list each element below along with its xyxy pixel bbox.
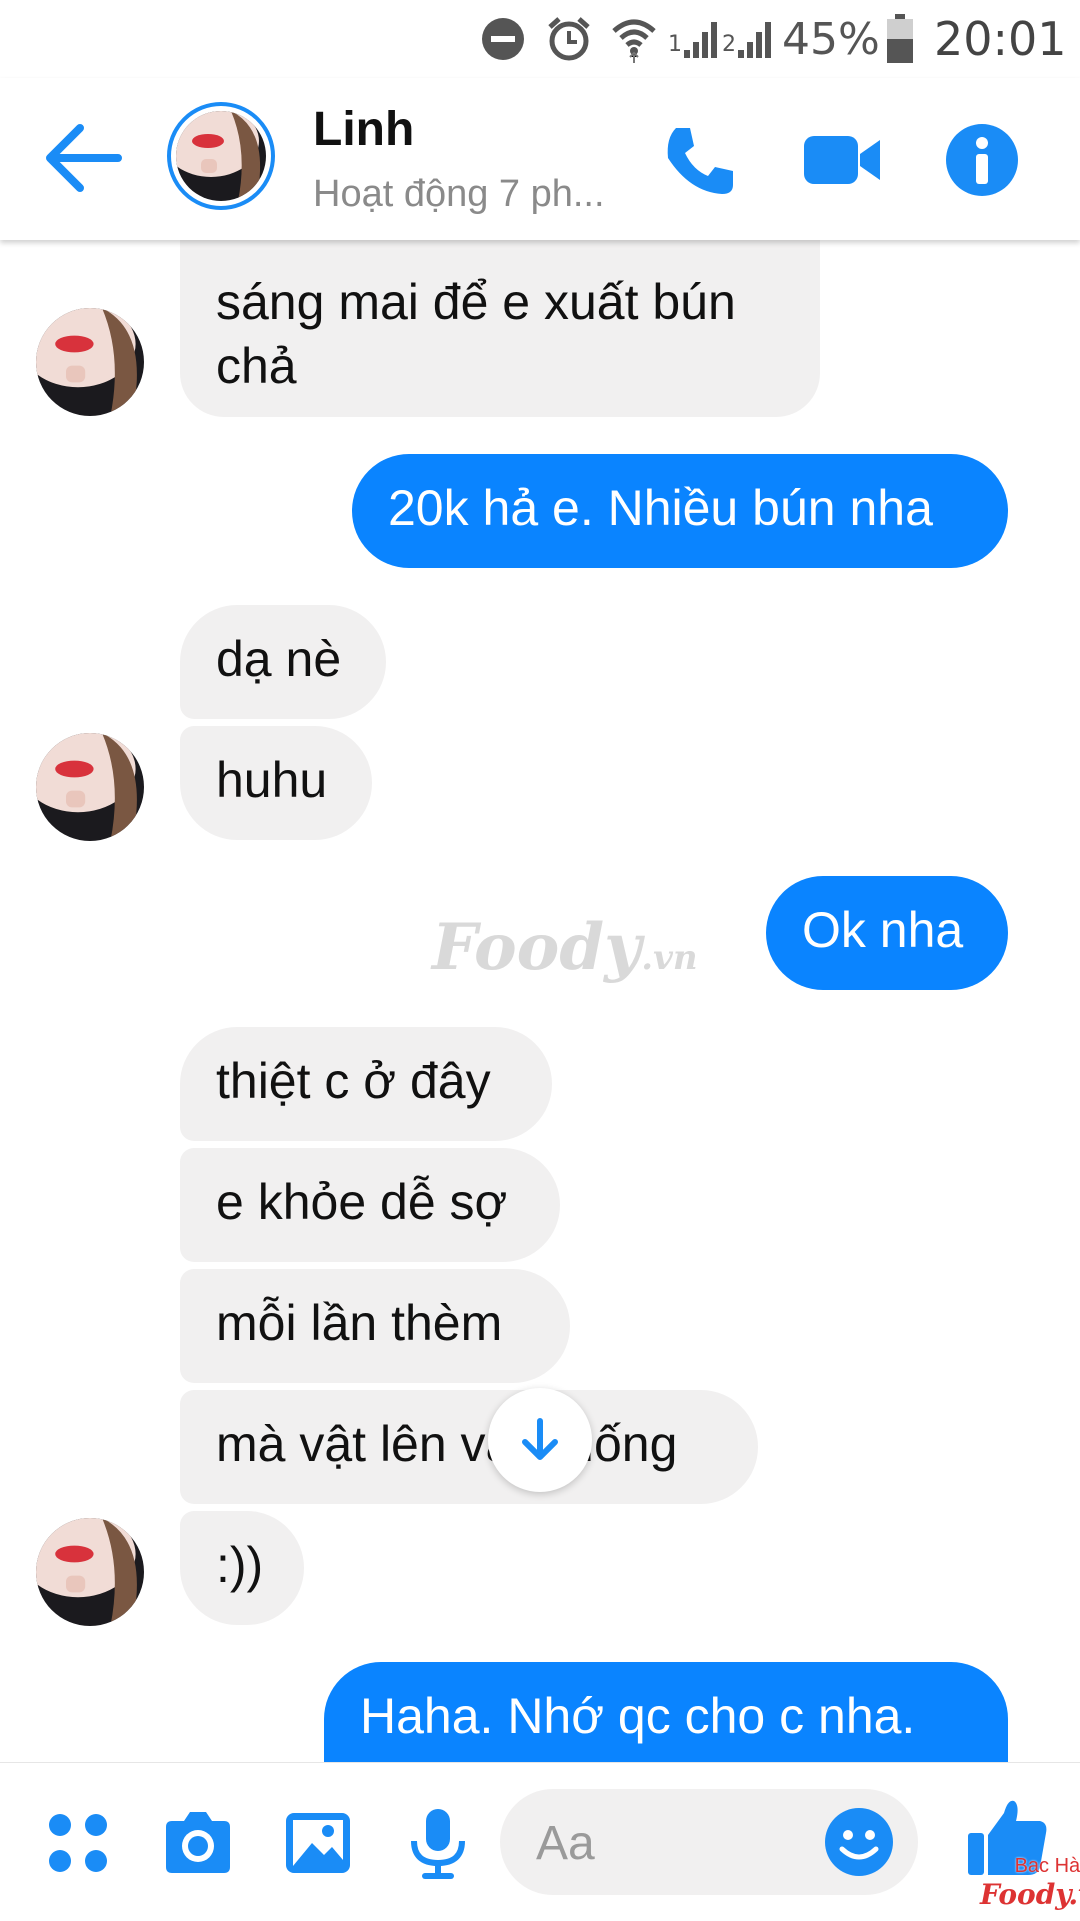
signal-1-label: 1 — [668, 31, 682, 57]
back-button[interactable] — [40, 118, 130, 198]
outgoing-message[interactable]: 20k hả e. Nhiều bún nha — [352, 454, 1008, 568]
avatar-image — [176, 111, 266, 201]
incoming-message[interactable]: mỗi lần thèm — [180, 1269, 570, 1383]
sender-avatar[interactable] — [36, 308, 144, 416]
message-text-line: chả — [216, 338, 297, 394]
do-not-disturb-icon — [480, 0, 526, 78]
signal-2-label: 2 — [722, 31, 736, 57]
wifi-icon — [610, 0, 658, 78]
sender-avatar[interactable] — [36, 1518, 144, 1626]
message-text: dạ nè — [216, 631, 342, 687]
incoming-message[interactable]: mà vật lên vật xuống — [180, 1390, 758, 1504]
camera-icon — [166, 1812, 230, 1873]
camera-button[interactable] — [160, 1805, 236, 1881]
avatar-image — [36, 308, 144, 416]
voice-button[interactable] — [400, 1805, 476, 1881]
watermark-suffix: .vn — [641, 938, 698, 978]
outgoing-message[interactable]: Haha. Nhớ qc cho c nha. — [324, 1662, 1008, 1762]
apps-button[interactable] — [40, 1805, 116, 1881]
foody-watermark: Foody.vn — [432, 910, 698, 985]
scroll-to-bottom-button[interactable] — [488, 1388, 592, 1492]
message-text: e khỏe dễ sợ — [216, 1174, 508, 1230]
message-text: mỗi lần thèm — [216, 1295, 503, 1351]
call-button[interactable] — [658, 118, 742, 202]
gallery-button[interactable] — [280, 1805, 356, 1881]
incoming-message[interactable]: dạ nè — [180, 605, 386, 719]
battery-percent: 45% — [782, 13, 880, 65]
contact-name[interactable]: Linh — [313, 102, 414, 157]
sender-avatar[interactable] — [36, 733, 144, 841]
message-text: :)) — [216, 1537, 264, 1593]
microphone-icon — [411, 1809, 465, 1879]
clock: 20:01 — [934, 12, 1067, 66]
watermark-author: Bac Hà — [1014, 1855, 1080, 1877]
incoming-message[interactable]: thiệt c ở đây — [180, 1027, 552, 1141]
corner-watermark: Bac Hà Foody.vn — [980, 1855, 1080, 1911]
apps-grid-icon — [49, 1814, 107, 1872]
message-text: Haha. Nhớ qc cho c nha. — [360, 1688, 916, 1744]
back-arrow-icon — [46, 124, 122, 192]
message-text: 20k hả e. Nhiều bún nha — [388, 480, 933, 536]
image-icon — [286, 1813, 350, 1873]
outgoing-message[interactable]: Ok nha — [766, 876, 1008, 990]
signal-1-icon: 1 — [668, 0, 722, 78]
watermark-brand: Foody.vn — [980, 1878, 1080, 1911]
message-input[interactable] — [534, 1789, 798, 1897]
message-list[interactable]: sáng mai để e xuất bún chả 20k hả e. Nhi… — [0, 240, 1080, 1762]
phone-icon — [667, 128, 733, 194]
message-text: mà vật lên vật xuống — [216, 1416, 678, 1472]
incoming-message[interactable]: e khỏe dễ sợ — [180, 1148, 560, 1262]
info-icon — [946, 124, 1018, 196]
alarm-icon — [545, 0, 593, 78]
message-text-line: sáng mai để e xuất bún — [216, 274, 736, 330]
watermark-text: Foody — [432, 910, 642, 985]
message-text: Ok nha — [802, 902, 964, 958]
conversation-header: Linh Hoạt động 7 ph... — [0, 78, 1080, 240]
video-camera-icon — [804, 136, 880, 184]
status-bar: 1 2 45% 20:01 — [0, 0, 1080, 78]
incoming-message[interactable]: huhu — [180, 726, 372, 840]
incoming-message[interactable]: :)) — [180, 1511, 304, 1625]
incoming-message[interactable]: sáng mai để e xuất bún chả — [180, 240, 820, 417]
message-text: thiệt c ở đây — [216, 1053, 491, 1109]
battery-icon — [886, 0, 914, 78]
emoji-icon — [825, 1808, 893, 1876]
active-status: Hoạt động 7 ph... — [313, 173, 605, 215]
signal-2-icon: 2 — [722, 0, 776, 78]
emoji-button[interactable] — [820, 1803, 898, 1881]
contact-avatar[interactable] — [167, 102, 275, 210]
info-button[interactable] — [940, 118, 1024, 202]
composer-bar — [0, 1762, 1080, 1921]
avatar-image — [36, 733, 144, 841]
avatar-image — [36, 1518, 144, 1626]
video-call-button[interactable] — [800, 118, 884, 202]
message-input-container[interactable] — [500, 1789, 918, 1897]
message-text: huhu — [216, 752, 328, 808]
arrow-down-icon — [522, 1418, 558, 1460]
